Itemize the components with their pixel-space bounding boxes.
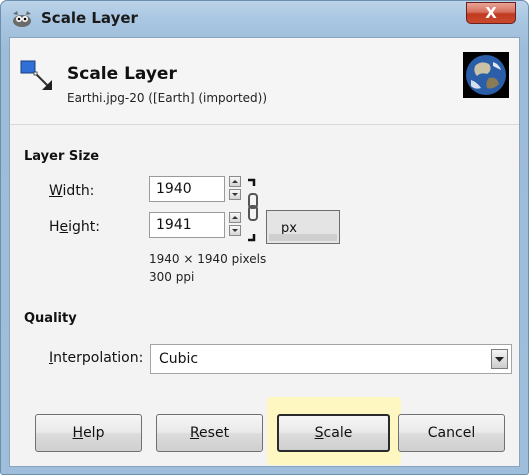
height-label: Height: — [49, 219, 101, 235]
quality-heading: Quality — [24, 311, 77, 326]
arrow-up-icon — [232, 216, 238, 219]
chevron-down-icon — [495, 357, 504, 362]
dialog-header: Scale Layer Earthi.jpg-20 ([Earth] (impo… — [10, 38, 519, 124]
height-field[interactable]: 1941 — [149, 212, 225, 238]
width-field[interactable]: 1940 — [149, 176, 225, 202]
header-title: Scale Layer — [67, 64, 177, 84]
arrow-up-icon — [232, 180, 238, 183]
help-button[interactable]: Help — [35, 414, 142, 452]
width-stepper[interactable] — [229, 176, 243, 202]
height-decrement-button[interactable] — [229, 225, 241, 236]
header-subtitle: Earthi.jpg-20 ([Earth] (imported)) — [67, 91, 268, 105]
interpolation-value: Cubic — [159, 351, 199, 367]
title-bar[interactable]: Scale Layer X — [1, 1, 528, 37]
dialog-body: Scale Layer Earthi.jpg-20 ([Earth] (impo… — [9, 37, 520, 467]
width-increment-button[interactable] — [229, 176, 241, 187]
pixel-dimensions: 1940 × 1940 pixels — [149, 252, 267, 266]
height-increment-button[interactable] — [229, 212, 241, 223]
close-button[interactable]: X — [466, 2, 516, 24]
unit-selector[interactable]: px — [266, 210, 340, 244]
arrow-down-icon — [232, 229, 238, 232]
resolution-info: 300 ppi — [149, 270, 195, 284]
arrow-down-icon — [232, 193, 238, 196]
scale-button[interactable]: Scale — [277, 414, 390, 452]
dropdown-button[interactable] — [491, 349, 508, 369]
unit-bar — [269, 234, 337, 241]
scale-layer-icon — [20, 60, 52, 90]
layer-size-heading: Layer Size — [24, 149, 100, 164]
gimp-app-icon — [13, 11, 31, 27]
cancel-button[interactable]: Cancel — [398, 414, 505, 452]
dialog-window: Scale Layer X Scale Layer Earthi.jpg-20 … — [0, 0, 529, 475]
width-label: Width: — [49, 183, 95, 199]
reset-button[interactable]: Reset — [156, 414, 263, 452]
interpolation-select[interactable]: Cubic — [150, 344, 512, 374]
height-stepper[interactable] — [229, 212, 243, 238]
chain-link-icon[interactable] — [245, 178, 261, 242]
header-separator — [10, 124, 519, 125]
earth-thumbnail — [463, 52, 509, 98]
width-decrement-button[interactable] — [229, 189, 241, 200]
window-title: Scale Layer — [41, 9, 138, 27]
interpolation-label: Interpolation: — [49, 350, 144, 366]
close-icon: X — [485, 4, 497, 22]
